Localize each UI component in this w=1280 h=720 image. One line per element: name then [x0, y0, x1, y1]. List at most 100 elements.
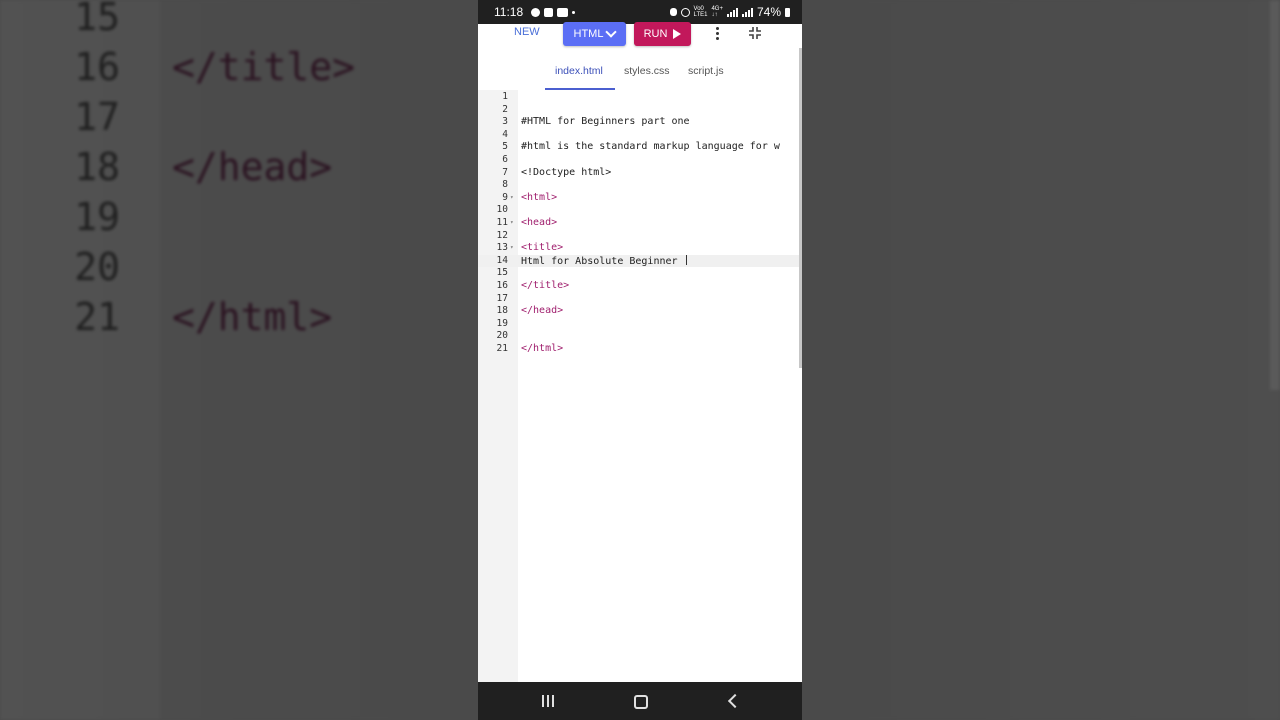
- chevron-down-icon: [605, 26, 618, 38]
- line-number: 1: [502, 91, 508, 102]
- text-cursor: [685, 254, 687, 265]
- line-number: 12: [496, 229, 508, 241]
- code-line[interactable]: 5 #html is the standard markup language f…: [478, 141, 800, 154]
- background-line: 16 </title>: [0, 42, 478, 92]
- code-line[interactable]: 3 #HTML for Beginners part one: [478, 116, 800, 129]
- code-editor[interactable]: 1 2 3 #HTML for Beginners part one 4 5 #html i…: [478, 90, 802, 682]
- more-options-icon[interactable]: [712, 26, 722, 42]
- toolbar: NEW HTML RUN: [478, 20, 802, 48]
- background-line: 17: [0, 92, 478, 142]
- line-number: 18: [496, 305, 508, 317]
- battery-percent: 74%: [756, 5, 781, 19]
- youtube-icon: [557, 7, 569, 17]
- code-line[interactable]: 11 ▾ <head>: [478, 217, 800, 230]
- line-number: 2: [502, 103, 508, 115]
- line-code: <html>: [521, 191, 558, 203]
- tab-index-html[interactable]: index.html: [555, 65, 603, 77]
- line-code: <!Doctype html>: [521, 166, 612, 178]
- line-number: 14: [496, 254, 508, 266]
- code-line[interactable]: 6: [478, 154, 800, 167]
- code-line[interactable]: 17: [478, 293, 800, 306]
- language-dropdown[interactable]: HTML: [563, 22, 626, 46]
- editor-scrollbar[interactable]: [799, 48, 802, 368]
- line-code: #HTML for Beginners part one: [521, 116, 690, 128]
- signal-icon: [726, 7, 738, 17]
- line-number: 7: [502, 166, 508, 178]
- line-number: 21: [496, 343, 508, 354]
- code-line[interactable]: 19: [478, 318, 800, 331]
- signal-2-icon: [741, 7, 753, 17]
- language-label: HTML: [573, 28, 604, 40]
- alarm-icon: [669, 8, 677, 16]
- home-icon[interactable]: [634, 695, 648, 709]
- background-line: 20: [0, 242, 478, 292]
- code-line[interactable]: 12: [478, 230, 800, 243]
- code-line[interactable]: 20: [478, 330, 800, 343]
- background-line: 19: [0, 192, 478, 242]
- code-line[interactable]: 2: [478, 104, 800, 117]
- background-line: 21 </html>: [0, 292, 478, 342]
- background-line: 15: [0, 0, 478, 42]
- code-line[interactable]: 15: [478, 267, 800, 280]
- line-code: </html>: [521, 343, 564, 354]
- tab-script-js[interactable]: script.js: [688, 65, 724, 77]
- background-line-number: 17: [74, 95, 120, 139]
- video-call-icon: [544, 7, 554, 17]
- line-code: </title>: [521, 280, 570, 291]
- hotspot-icon: [680, 7, 690, 17]
- code-line[interactable]: 13 ▾ <title>: [478, 242, 800, 255]
- line-code: <head>: [521, 217, 558, 228]
- background-line-number: 19: [74, 195, 120, 239]
- line-number: 6: [502, 154, 508, 165]
- play-icon: [673, 29, 682, 39]
- line-code: Html for Absolute Beginner: [521, 254, 687, 269]
- code-line[interactable]: 1: [478, 91, 800, 104]
- phone-screen: 11:18 Vo0 LTE1 4G+ ↓↑ 74% NEW HTML RUN i…: [478, 0, 802, 720]
- fold-toggle-icon[interactable]: ▾: [510, 242, 514, 255]
- background-line-number: 16: [74, 45, 120, 89]
- code-line[interactable]: 7 <!Doctype html>: [478, 167, 800, 180]
- line-number: 5: [502, 141, 508, 153]
- recents-icon[interactable]: [542, 695, 556, 707]
- line-number: 8: [502, 179, 508, 191]
- code-line[interactable]: 16 </title>: [478, 280, 800, 293]
- navigation-bar: [478, 682, 802, 720]
- data-indicator: 4G+ ↓↑: [711, 6, 723, 18]
- run-button[interactable]: RUN: [634, 22, 691, 46]
- run-label: RUN: [643, 28, 668, 40]
- exit-fullscreen-icon[interactable]: [748, 26, 762, 40]
- status-time: 11:18: [494, 5, 524, 19]
- code-line[interactable]: 8: [478, 179, 800, 192]
- notification-app-icon: [531, 7, 541, 17]
- line-number: 15: [496, 267, 508, 279]
- line-code: <title>: [521, 242, 564, 254]
- background-scrollbar: [1270, 0, 1280, 390]
- line-number: 9: [502, 191, 508, 203]
- line-number: 10: [496, 204, 508, 216]
- background-line-code: </head>: [172, 145, 333, 189]
- more-notifications-dot-icon: [572, 10, 576, 14]
- line-number: 20: [496, 330, 508, 342]
- status-right: Vo0 LTE1 4G+ ↓↑ 74%: [669, 5, 790, 19]
- status-left: 11:18: [494, 5, 576, 19]
- line-number: 4: [502, 128, 508, 140]
- background-line: 18 </head>: [0, 142, 478, 192]
- file-tabs: index.html styles.css script.js: [478, 56, 802, 90]
- line-number: 11: [496, 217, 508, 228]
- tab-styles-css[interactable]: styles.css: [624, 65, 670, 77]
- background-line-number: 20: [74, 245, 120, 289]
- fold-toggle-icon[interactable]: ▾: [510, 192, 514, 205]
- code-line[interactable]: 4: [478, 129, 800, 142]
- fold-toggle-icon[interactable]: ▾: [510, 217, 514, 230]
- code-line[interactable]: 18 </head>: [478, 305, 800, 318]
- new-button[interactable]: NEW: [514, 26, 540, 38]
- line-number: 17: [496, 292, 508, 304]
- code-line[interactable]: 10: [478, 204, 800, 217]
- battery-icon: [785, 7, 790, 17]
- code-line[interactable]: 21 </html>: [478, 343, 800, 356]
- back-icon[interactable]: [727, 693, 743, 709]
- code-line[interactable]: 14 Html for Absolute Beginner: [478, 254, 800, 269]
- line-number: 13: [496, 242, 508, 254]
- line-code: </head>: [521, 305, 564, 317]
- code-line[interactable]: 9 ▾ <html>: [478, 192, 800, 205]
